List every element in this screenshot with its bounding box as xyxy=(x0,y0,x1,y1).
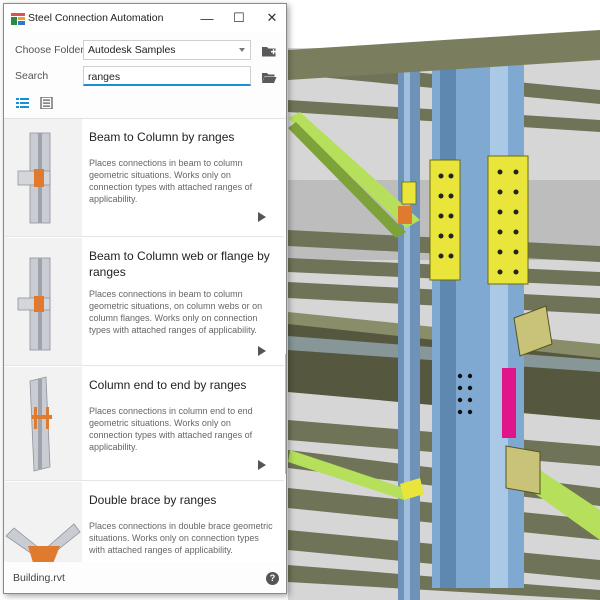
connection-name: Column end to end by ranges xyxy=(89,378,247,392)
dialog-footer: Building.rvt ? xyxy=(4,563,286,593)
list-view-icon[interactable] xyxy=(16,96,32,110)
folder-select-value: Autodesk Samples xyxy=(88,44,176,56)
connection-thumbnail xyxy=(4,482,82,562)
steel-connection-app-icon xyxy=(11,12,25,25)
chevron-down-icon xyxy=(239,48,245,52)
connection-thumbnail xyxy=(4,238,82,365)
play-icon[interactable] xyxy=(258,212,266,222)
search-label: Search xyxy=(15,70,49,82)
connection-description: Places connections in beam to column geo… xyxy=(89,289,263,335)
connection-card[interactable]: Double brace by ranges Places connection… xyxy=(4,482,284,562)
connection-name: Double brace by ranges xyxy=(89,493,217,507)
connection-description: Places connections in beam to column geo… xyxy=(89,158,253,204)
connection-thumbnail xyxy=(4,367,82,480)
folder-open-icon[interactable] xyxy=(261,70,277,84)
connection-description: Places connections in column end to end … xyxy=(89,406,253,452)
list-scrollbar[interactable] xyxy=(285,354,286,474)
folder-select[interactable]: Autodesk Samples xyxy=(83,40,251,60)
play-icon[interactable] xyxy=(258,460,266,470)
choose-folder-label: Choose Folder xyxy=(15,44,84,56)
project-file-name: Building.rvt xyxy=(13,572,65,584)
connection-description: Places connections in double brace geome… xyxy=(89,521,273,555)
connection-name: Beam to Column web or flange by ranges xyxy=(89,249,270,279)
minimize-button[interactable]: — xyxy=(194,8,220,28)
connection-card[interactable]: Beam to Column by ranges Places connecti… xyxy=(4,119,284,237)
search-input[interactable] xyxy=(83,66,251,86)
play-icon[interactable] xyxy=(258,346,266,356)
connection-name: Beam to Column by ranges xyxy=(89,130,235,144)
connection-card[interactable]: Column end to end by ranges Places conne… xyxy=(4,367,284,481)
title-bar[interactable]: Steel Connection Automation — ☐ ✕ xyxy=(4,4,286,32)
steel-connection-dialog: Steel Connection Automation — ☐ ✕ Choose… xyxy=(3,3,287,594)
close-button[interactable]: ✕ xyxy=(259,8,285,28)
window-title: Steel Connection Automation xyxy=(28,12,164,24)
connection-thumbnail xyxy=(4,119,82,236)
folder-add-icon[interactable] xyxy=(261,44,277,58)
connection-list[interactable]: Beam to Column by ranges Places connecti… xyxy=(4,118,286,562)
help-icon[interactable]: ? xyxy=(266,572,279,585)
connection-card[interactable]: Beam to Column web or flange by ranges P… xyxy=(4,238,284,366)
detail-view-icon[interactable] xyxy=(40,96,56,110)
maximize-button[interactable]: ☐ xyxy=(226,8,252,28)
